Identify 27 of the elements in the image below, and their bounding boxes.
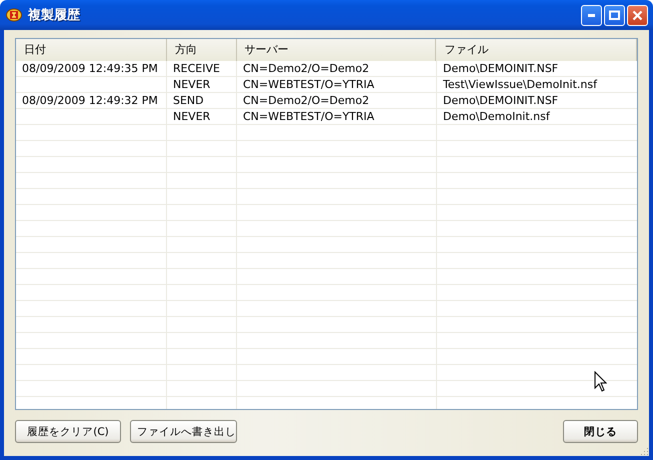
dialog-button[interactable]: ファイルへ書き出し (130, 420, 237, 443)
maximize-button[interactable] (604, 4, 625, 26)
table-cell: 08/09/2009 12:49:35 PM (22, 62, 158, 75)
table-cell: NEVER (173, 78, 210, 91)
dialog-button[interactable]: 履歴をクリア(C) (15, 420, 121, 443)
resize-grip-icon[interactable] (639, 446, 649, 456)
dialog-button[interactable]: 閉じる (563, 420, 638, 443)
window-title: 複製履歴 (28, 6, 81, 24)
table-cell: Demo\DemoInit.nsf (443, 110, 550, 123)
table-cell: RECEIVE (173, 62, 220, 75)
table-cell: CN=Demo2/O=Demo2 (243, 62, 370, 75)
table-cell: SEND (173, 94, 204, 107)
cursor-icon (594, 371, 607, 392)
table-cell: Demo\DEMOINIT.NSF (443, 62, 558, 75)
maximize-icon (609, 10, 620, 20)
close-icon (632, 10, 643, 20)
close-button[interactable] (627, 4, 648, 26)
table-cell: CN=WEBTEST/O=YTRIA (243, 78, 374, 91)
minimize-button[interactable] (581, 4, 602, 26)
table-cell: Test\ViewIssue\DemoInit.nsf (443, 78, 597, 91)
table-cell: Demo\DEMOINIT.NSF (443, 94, 558, 107)
minimize-icon (588, 14, 595, 16)
table-cell: CN=Demo2/O=Demo2 (243, 94, 370, 107)
table-cell: CN=WEBTEST/O=YTRIA (243, 110, 374, 123)
app-icon (6, 8, 22, 22)
table-cell: 08/09/2009 12:49:32 PM (22, 94, 158, 107)
table-cell: NEVER (173, 110, 210, 123)
